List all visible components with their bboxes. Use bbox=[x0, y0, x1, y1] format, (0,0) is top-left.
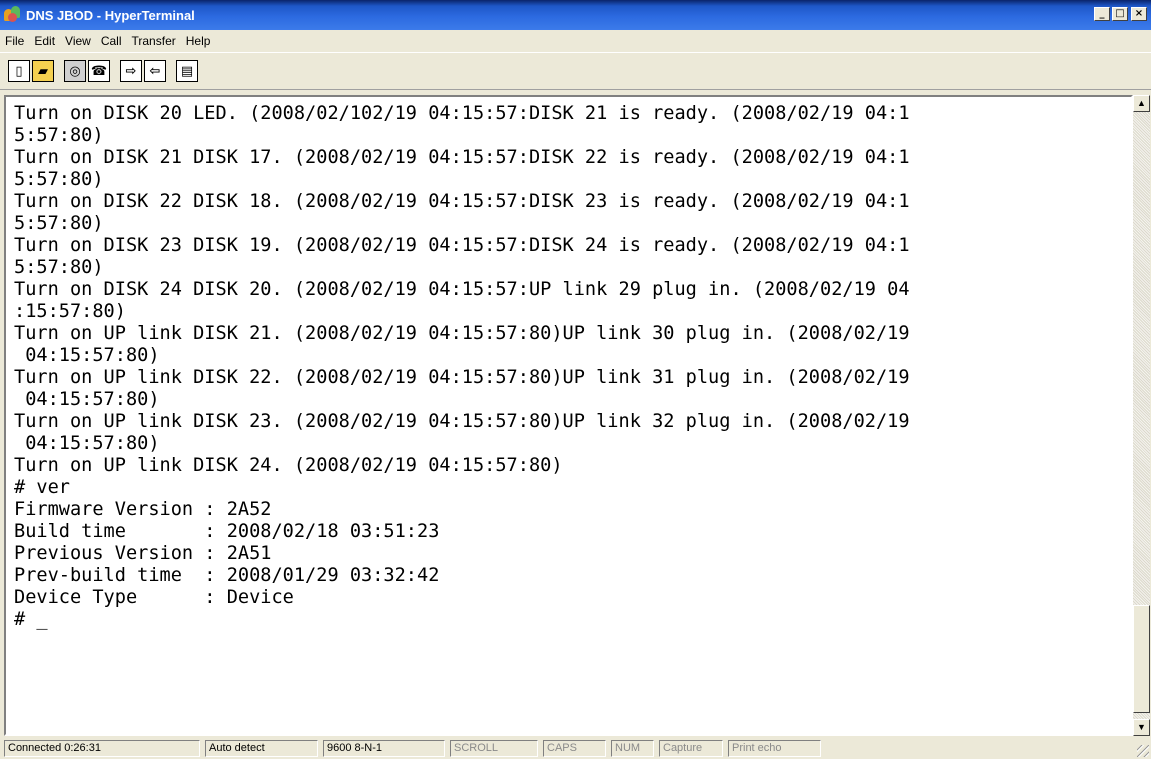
menu-edit[interactable]: Edit bbox=[29, 34, 60, 48]
properties-icon[interactable]: ▤ bbox=[176, 60, 198, 82]
resize-grip-icon[interactable] bbox=[1137, 745, 1149, 757]
status-port-settings: 9600 8-N-1 bbox=[323, 739, 445, 757]
terminal-line: 5:57:80) bbox=[14, 213, 104, 234]
status-scroll: SCROLL bbox=[450, 739, 538, 757]
terminal-line: 5:57:80) bbox=[14, 169, 104, 190]
dial-icon[interactable]: ☎ bbox=[88, 60, 110, 82]
receive-file-icon[interactable]: ⇦ bbox=[144, 60, 166, 82]
title-bar[interactable]: DNS JBOD - HyperTerminal _ □ × bbox=[0, 0, 1151, 30]
scroll-thumb[interactable] bbox=[1133, 605, 1150, 713]
terminal-line: Turn on UP link DISK 23. (2008/02/19 04:… bbox=[14, 411, 910, 432]
menu-transfer[interactable]: Transfer bbox=[127, 34, 181, 48]
close-button[interactable]: × bbox=[1131, 7, 1147, 21]
terminal-line: 04:15:57:80) bbox=[14, 389, 160, 410]
terminal-output[interactable]: Turn on DISK 20 LED. (2008/02/102/19 04:… bbox=[14, 103, 1124, 631]
maximize-button[interactable]: □ bbox=[1112, 7, 1128, 21]
menu-view[interactable]: View bbox=[60, 34, 96, 48]
terminal-line: # ver bbox=[14, 477, 70, 498]
vertical-scrollbar[interactable]: ▲ ▼ bbox=[1133, 95, 1150, 736]
scroll-up-button[interactable]: ▲ bbox=[1133, 95, 1150, 112]
status-bar: Connected 0:26:31 Auto detect 9600 8-N-1… bbox=[0, 737, 1151, 759]
terminal-line: Turn on DISK 23 DISK 19. (2008/02/19 04:… bbox=[14, 235, 910, 256]
hyperterminal-app-icon[interactable] bbox=[4, 6, 22, 24]
status-num: NUM bbox=[611, 739, 654, 757]
menu-call[interactable]: Call bbox=[96, 34, 127, 48]
status-emulation: Auto detect bbox=[205, 739, 318, 757]
terminal-line: # _ bbox=[14, 609, 48, 630]
terminal-line: Turn on UP link DISK 24. (2008/02/19 04:… bbox=[14, 455, 563, 476]
disconnect-icon[interactable]: ◎ bbox=[64, 60, 86, 82]
menu-bar: File Edit View Call Transfer Help bbox=[0, 30, 1151, 52]
terminal-line: Turn on UP link DISK 22. (2008/02/19 04:… bbox=[14, 367, 910, 388]
terminal-line: :15:57:80) bbox=[14, 301, 126, 322]
terminal-line: Device Type : Device bbox=[14, 587, 294, 608]
menu-help[interactable]: Help bbox=[181, 34, 216, 48]
terminal-line: 04:15:57:80) bbox=[14, 433, 160, 454]
toolbar: ▯ ▰ ◎ ☎ ⇨ ⇦ ▤ bbox=[0, 52, 1151, 90]
menu-file[interactable]: File bbox=[0, 34, 29, 48]
window-controls: _ □ × bbox=[1092, 7, 1147, 21]
terminal-line: 04:15:57:80) bbox=[14, 345, 160, 366]
terminal-window[interactable]: Turn on DISK 20 LED. (2008/02/102/19 04:… bbox=[4, 95, 1133, 736]
terminal-line: 5:57:80) bbox=[14, 125, 104, 146]
terminal-line: Firmware Version : 2A52 bbox=[14, 499, 272, 520]
terminal-line: Turn on DISK 20 LED. (2008/02/102/19 04:… bbox=[14, 103, 910, 124]
new-connection-icon[interactable]: ▯ bbox=[8, 60, 30, 82]
status-caps: CAPS bbox=[543, 739, 606, 757]
status-capture: Capture bbox=[659, 739, 723, 757]
scroll-down-button[interactable]: ▼ bbox=[1133, 719, 1150, 736]
status-print-echo: Print echo bbox=[728, 739, 821, 757]
minimize-button[interactable]: _ bbox=[1094, 7, 1110, 21]
terminal-line: Turn on DISK 22 DISK 18. (2008/02/19 04:… bbox=[14, 191, 910, 212]
send-file-icon[interactable]: ⇨ bbox=[120, 60, 142, 82]
terminal-line: Turn on UP link DISK 21. (2008/02/19 04:… bbox=[14, 323, 910, 344]
open-folder-icon[interactable]: ▰ bbox=[32, 60, 54, 82]
terminal-line: 5:57:80) bbox=[14, 257, 104, 278]
status-connection-time: Connected 0:26:31 bbox=[4, 739, 200, 757]
terminal-line: Build time : 2008/02/18 03:51:23 bbox=[14, 521, 440, 542]
terminal-line: Previous Version : 2A51 bbox=[14, 543, 272, 564]
terminal-line: Turn on DISK 21 DISK 17. (2008/02/19 04:… bbox=[14, 147, 910, 168]
window-title: DNS JBOD - HyperTerminal bbox=[26, 7, 195, 23]
terminal-line: Turn on DISK 24 DISK 20. (2008/02/19 04:… bbox=[14, 279, 910, 300]
terminal-line: Prev-build time : 2008/01/29 03:32:42 bbox=[14, 565, 440, 586]
